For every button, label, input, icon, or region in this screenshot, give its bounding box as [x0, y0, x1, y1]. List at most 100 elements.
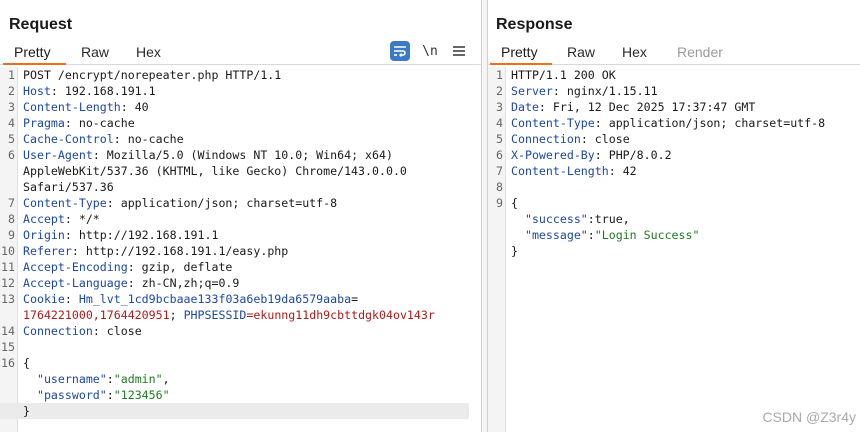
code-line: 11 Accept-Encoding: gzip, deflate: [0, 259, 481, 275]
line-text: Referer: http://192.168.191.1/easy.php: [23, 243, 288, 259]
code-line: 1 HTTP/1.1 200 OK: [488, 67, 860, 83]
line-number: 5: [496, 132, 503, 146]
token-jstr: "123456": [113, 388, 170, 402]
token-text: : Fri, 12 Dec 2025 17:37:47 GMT: [538, 100, 756, 114]
token-key: Connection: [23, 324, 93, 338]
line-text: Origin: http://192.168.191.1: [23, 227, 218, 243]
line-number: 8: [496, 180, 503, 194]
code-line: 5 Connection: close: [488, 131, 860, 147]
response-active-tab-indicator: [490, 63, 552, 65]
request-tab-pretty[interactable]: Pretty: [14, 44, 51, 60]
response-editor[interactable]: 1 HTTP/1.1 200 OK 2 Server: nginx/1.15.11 3 D…: [488, 67, 860, 432]
line-text: Host: 192.168.191.1: [23, 83, 156, 99]
token-text: : 42: [608, 164, 637, 178]
token-key: Cache-Control: [23, 132, 114, 146]
line-text: {: [23, 355, 30, 371]
token-text: ;: [169, 308, 184, 322]
code-line: 1 POST /encrypt/norepeater.php HTTP/1.1: [0, 67, 481, 83]
request-pane: Request Pretty Raw Hex \n 1 POST /encrypt…: [0, 0, 482, 432]
watermark: CSDN @Z3r4y: [762, 409, 856, 425]
token-key: Accept: [23, 212, 65, 226]
token-text: : application/json; charset=utf-8: [106, 196, 338, 210]
line-text: {: [511, 195, 518, 211]
newline-toggle-icon[interactable]: \n: [420, 41, 440, 61]
token-text: : PHP/8.0.2: [594, 148, 672, 162]
code-line: 6 X-Powered-By: PHP/8.0.2: [488, 147, 860, 163]
token-key: Content-Type: [23, 196, 107, 210]
response-tab-pretty[interactable]: Pretty: [501, 44, 538, 60]
response-tab-raw[interactable]: Raw: [567, 44, 595, 60]
code-line: 6 User-Agent: Mozilla/5.0 (Windows NT 10.…: [0, 147, 481, 163]
line-number: 7: [496, 164, 503, 178]
token-text: POST /encrypt/norepeater.php HTTP/1.1: [23, 68, 282, 82]
line-text: 1764221000,1764420951; PHPSESSID=ekunng1…: [23, 307, 435, 323]
token-text: }: [23, 404, 30, 418]
line-text: Connection: close: [511, 131, 630, 147]
token-text: : close: [92, 324, 142, 338]
line-number: 9: [8, 228, 15, 242]
code-line: "username":"admin",: [0, 371, 481, 387]
token-text: :: [106, 372, 114, 386]
token-text: }: [511, 244, 518, 258]
token-jstr: "admin": [113, 372, 163, 386]
response-title: Response: [496, 16, 573, 33]
line-text: Content-Length: 42: [511, 163, 637, 179]
menu-icon[interactable]: [449, 41, 469, 61]
code-line: 9{: [488, 195, 860, 211]
line-text: "username":"admin",: [23, 371, 170, 387]
code-line: 5 Cache-Control: no-cache: [0, 131, 481, 147]
token-key: Date: [511, 100, 539, 114]
response-code: 1 HTTP/1.1 200 OK 2 Server: nginx/1.15.11 3 D…: [488, 67, 860, 259]
token-text: : zh-CN,zh;q=0.9: [127, 276, 240, 290]
token-jkey: "message": [524, 228, 588, 242]
token-text: AppleWebKit/537.36 (KHTML, like Gecko) C…: [23, 164, 407, 178]
token-text: :: [106, 388, 114, 402]
line-text: "message":"Login Success": [511, 227, 700, 243]
code-line: 12 Accept-Language: zh-CN,zh;q=0.9: [0, 275, 481, 291]
token-text: Safari/537.36: [23, 180, 114, 194]
line-text: Connection: close: [23, 323, 142, 339]
request-tab-raw[interactable]: Raw: [81, 44, 109, 60]
token-key: Cookie: [23, 292, 65, 306]
token-text: {: [23, 356, 30, 370]
code-line: 8 Accept: */*: [0, 211, 481, 227]
line-text: Accept-Encoding: gzip, deflate: [23, 259, 232, 275]
response-pane: Response Pretty Raw Hex Render 1 HTTP/1.1…: [487, 0, 860, 432]
pretty-format-icon[interactable]: [390, 41, 410, 61]
code-line: 2 Host: 192.168.191.1: [0, 83, 481, 99]
line-number: 9: [496, 196, 503, 210]
code-line: 4 Content-Type: application/json; charset…: [488, 115, 860, 131]
line-number: 2: [8, 84, 15, 98]
token-key: Content-Type: [511, 116, 595, 130]
line-text: Accept: */*: [23, 211, 100, 227]
code-line: AppleWebKit/537.36 (KHTML, like Gecko) C…: [0, 163, 481, 179]
line-text: User-Agent: Mozilla/5.0 (Windows NT 10.0…: [23, 147, 393, 163]
line-number: 11: [1, 260, 15, 274]
token-cval: ekunng11dh9cbttdgk04ov143r: [253, 308, 435, 322]
line-text: Safari/537.36: [23, 179, 114, 195]
token-text: : nginx/1.15.11: [552, 84, 658, 98]
token-text: : no-cache: [113, 132, 184, 146]
token-text: : http://192.168.191.1/easy.php: [71, 244, 289, 258]
code-line: }: [488, 243, 860, 259]
response-tab-hex[interactable]: Hex: [622, 44, 647, 60]
code-line: 14 Connection: close: [0, 323, 481, 339]
token-text: : 192.168.191.1: [50, 84, 156, 98]
token-key: Content-Length: [511, 164, 609, 178]
line-text: "success":true,: [511, 211, 630, 227]
request-tab-hex[interactable]: Hex: [136, 44, 161, 60]
request-editor[interactable]: 1 POST /encrypt/norepeater.php HTTP/1.1 2 H…: [0, 67, 481, 432]
token-jkey: "password": [36, 388, 107, 402]
response-tab-render[interactable]: Render: [677, 44, 723, 60]
token-text: ,: [162, 372, 170, 386]
line-number: 7: [8, 196, 15, 210]
token-text: : close: [580, 132, 630, 146]
token-text: : Mozilla/5.0 (Windows NT 10.0; Win64; x…: [92, 148, 393, 162]
code-line: 1764221000,1764420951; PHPSESSID=ekunng1…: [0, 307, 481, 323]
code-line: "message":"Login Success": [488, 227, 860, 243]
code-line: 2 Server: nginx/1.15.11: [488, 83, 860, 99]
token-key: X-Powered-By: [511, 148, 595, 162]
line-text: HTTP/1.1 200 OK: [511, 67, 616, 83]
